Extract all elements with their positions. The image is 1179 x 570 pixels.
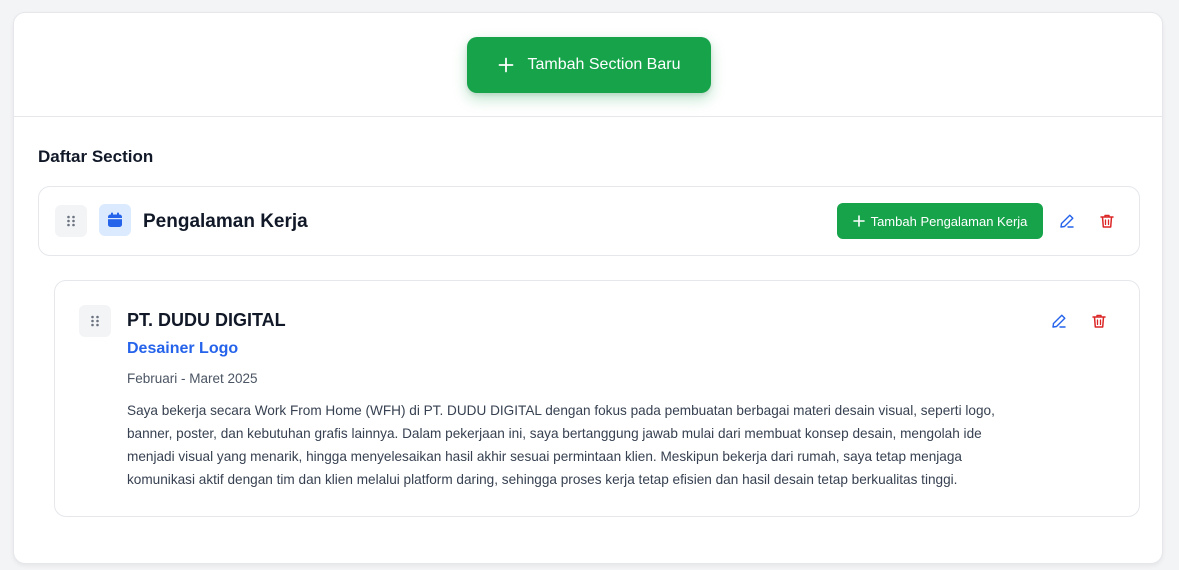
- add-section-button[interactable]: Tambah Section Baru: [467, 37, 711, 93]
- drag-handle-icon[interactable]: [55, 205, 87, 237]
- add-experience-label: Tambah Pengalaman Kerja: [870, 213, 1028, 229]
- pencil-icon: [1060, 214, 1074, 228]
- drag-handle-icon[interactable]: [79, 305, 111, 337]
- section-title: Pengalaman Kerja: [143, 211, 308, 232]
- pencil-icon: [1052, 314, 1066, 328]
- add-section-label: Tambah Section Baru: [527, 56, 681, 73]
- delete-section-button[interactable]: [1095, 209, 1119, 233]
- section-list-title: Daftar Section: [38, 147, 154, 166]
- trash-icon: [1100, 214, 1114, 228]
- entry-period: Februari - Maret 2025: [127, 371, 258, 386]
- experience-entry-card: PT. DUDU DIGITAL Desainer Logo Februari …: [54, 280, 1140, 517]
- edit-entry-button[interactable]: [1047, 309, 1071, 333]
- trash-icon: [1092, 314, 1106, 328]
- plus-icon: [498, 57, 514, 73]
- entry-role: Desainer Logo: [127, 340, 239, 357]
- calendar-icon: [99, 204, 131, 236]
- delete-entry-button[interactable]: [1087, 309, 1111, 333]
- add-experience-button[interactable]: Tambah Pengalaman Kerja: [837, 203, 1043, 239]
- plus-icon: [852, 215, 865, 227]
- section-row-pengalaman-kerja: Pengalaman Kerja Tambah Pengalaman Kerja: [38, 186, 1140, 256]
- entry-description: Saya bekerja secara Work From Home (WFH)…: [127, 403, 995, 487]
- section-manager-card: Tambah Section Baru Daftar Section Penga…: [13, 12, 1163, 564]
- entry-company: PT. DUDU DIGITAL: [127, 310, 286, 330]
- edit-section-button[interactable]: [1055, 209, 1079, 233]
- toolbar-area: Tambah Section Baru: [14, 13, 1162, 117]
